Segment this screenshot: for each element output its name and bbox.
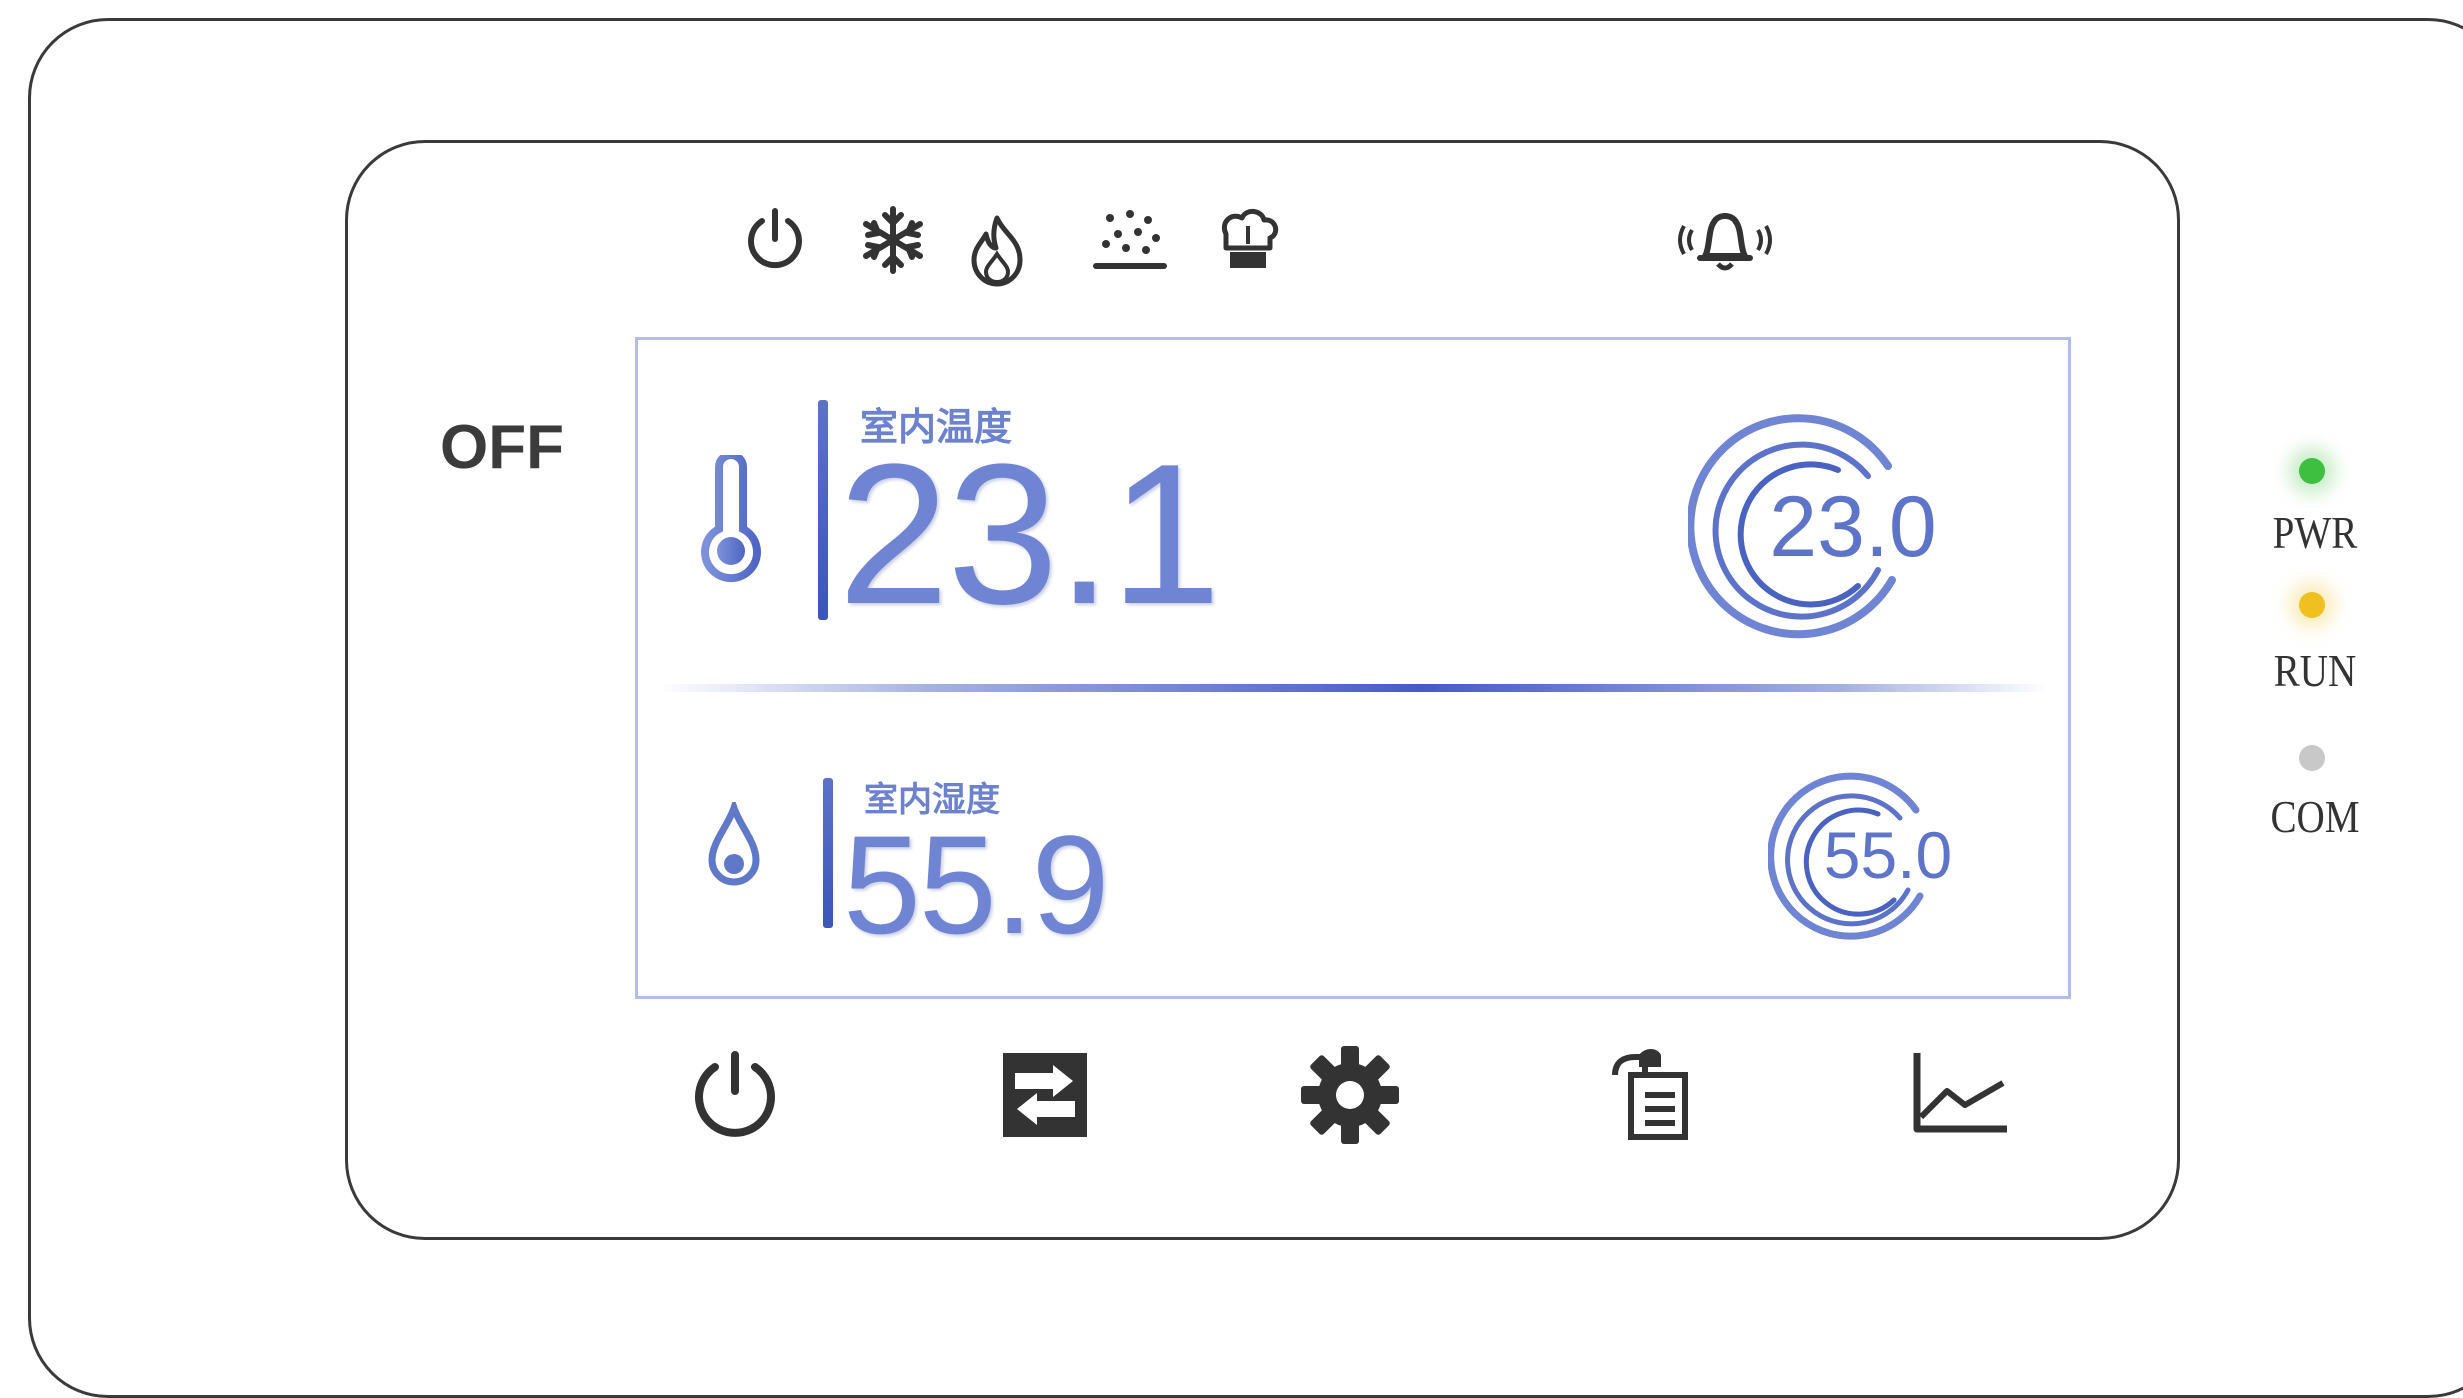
water-drop-icon	[706, 796, 762, 893]
flame-icon	[957, 210, 1037, 290]
trend-chart-button[interactable]	[1905, 1040, 2015, 1150]
humidity-bar	[823, 778, 833, 928]
power-state-label: OFF	[440, 413, 564, 482]
section-divider	[658, 684, 2048, 692]
mode-switch-button[interactable]	[990, 1040, 1100, 1150]
pwr-led	[2299, 458, 2325, 484]
pwr-label: PWR	[2272, 507, 2358, 558]
run-label: RUN	[2273, 645, 2357, 696]
bell-alarm-icon[interactable]	[1670, 200, 1780, 280]
temperature-setpoint-dial[interactable]: 23.0	[1686, 410, 1937, 655]
clipboard-button[interactable]	[1600, 1040, 1710, 1150]
run-led	[2299, 592, 2325, 618]
humidity-setpoint: 55.0	[1823, 818, 1953, 892]
temperature-value: 23.1	[838, 423, 1221, 646]
power-status-icon	[735, 200, 815, 280]
power-button[interactable]	[680, 1040, 790, 1150]
humidity-value: 55.9	[843, 806, 1109, 963]
thermometer-icon	[691, 451, 771, 590]
humidity-setpoint-dial[interactable]: 55.0	[1767, 768, 1952, 953]
ventilation-icon	[1208, 200, 1288, 280]
snowflake-icon	[853, 200, 933, 280]
com-led	[2299, 745, 2325, 771]
settings-gear-button[interactable]	[1295, 1040, 1405, 1150]
temperature-setpoint: 23.0	[1769, 479, 1937, 575]
dehumidify-icon	[1090, 200, 1170, 280]
com-label: COM	[2270, 791, 2360, 842]
display-screen: 室内温度 23.1 23.0 室内湿度 55.9 55.0	[635, 337, 2071, 999]
temperature-bar	[818, 400, 828, 620]
